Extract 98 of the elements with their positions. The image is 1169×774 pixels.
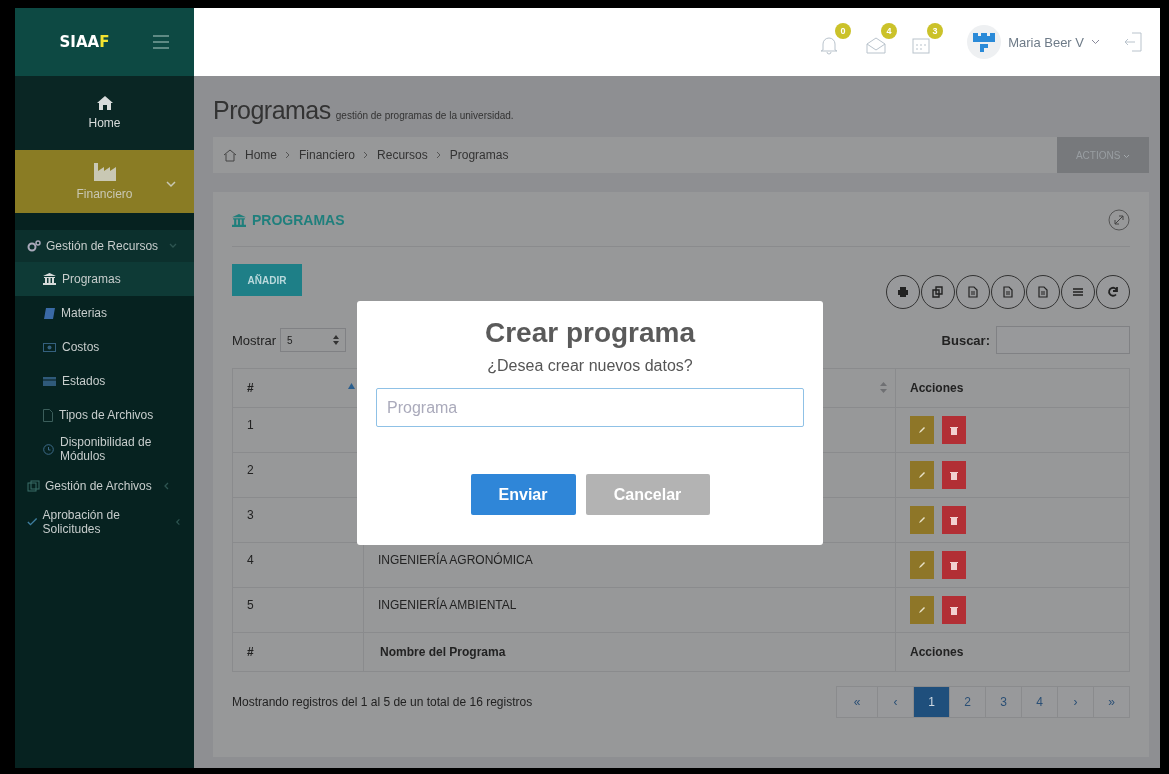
pencil-icon [918, 561, 926, 569]
sidebar-item[interactable]: Financiero [15, 150, 194, 213]
sort-icon [348, 383, 355, 389]
delete-button[interactable] [942, 551, 966, 579]
add-button[interactable]: AÑADIR [232, 264, 302, 296]
sidebar-item[interactable]: Home [15, 76, 194, 150]
table-info: Mostrando registros del 1 al 5 de un total de 16 registros [232, 695, 533, 709]
chevron-icon [166, 180, 176, 188]
column-footer: # [232, 632, 364, 672]
chevron-icon [285, 151, 291, 159]
column-header[interactable]: Acciones [895, 368, 1130, 408]
sort-icon [880, 382, 887, 393]
refresh-icon [1107, 286, 1119, 298]
expand-icon[interactable] [1108, 209, 1130, 231]
search-label: Buscar: [941, 332, 990, 348]
page-subtitle: gestión de programas de la universidad. [335, 110, 514, 121]
modal-text: ¿Desea crear nuevos datos? [487, 357, 693, 375]
pencil-icon [918, 471, 926, 479]
pencil-icon [918, 606, 926, 614]
submit-button[interactable]: Enviar [470, 474, 576, 515]
breadcrumb-link[interactable]: Financiero [299, 148, 356, 162]
copy-button[interactable] [921, 275, 955, 309]
length-label: Mostrar [232, 332, 277, 348]
copy-icon [932, 286, 944, 298]
file-button[interactable] [956, 275, 990, 309]
home-icon [223, 148, 237, 162]
avatar-icon [967, 25, 1002, 59]
table-cell: INGENIERÍA AMBIENTAL [363, 587, 896, 633]
trash-icon [950, 425, 958, 435]
file-button[interactable] [1026, 275, 1060, 309]
sidebar-item[interactable]: Costos [15, 330, 194, 364]
sidebar-item[interactable]: Tipos de Archivos [15, 398, 194, 432]
chevron-icon [435, 151, 442, 159]
chevron-icon [169, 242, 178, 250]
search-field[interactable] [996, 326, 1130, 354]
sidebar-item[interactable]: Materias [15, 296, 194, 330]
breadcrumb-link[interactable]: Home [245, 148, 277, 162]
banknote-icon [43, 342, 56, 352]
count-badge: 0 [835, 23, 852, 39]
sidebar-item[interactable]: Gestión de Recursos [15, 230, 194, 262]
chevron-icon [162, 482, 171, 490]
gears-icon [27, 240, 41, 252]
print-button[interactable] [886, 275, 920, 309]
file-icon [1037, 286, 1049, 298]
user-menu[interactable]: Maria Beer V [967, 25, 1100, 59]
menu-icon[interactable] [153, 35, 170, 49]
page-button[interactable]: 1 [913, 687, 949, 717]
chevron-icon [175, 518, 182, 526]
sidebar-item[interactable]: Estados [15, 364, 194, 398]
trash-icon [950, 515, 958, 525]
column-footer: Acciones [895, 632, 1130, 672]
breadcrumb-link[interactable]: Programas [449, 148, 509, 162]
page-title: Programas [213, 96, 331, 125]
pencil-icon [918, 516, 926, 524]
pencil-icon [918, 426, 926, 434]
card-title: PROGRAMAS [252, 212, 345, 228]
refresh-button[interactable] [1096, 275, 1130, 309]
sidebar-item[interactable]: Gestión de Archivos [15, 470, 194, 502]
modal-title: Crear programa [484, 317, 696, 349]
updown-icon [333, 335, 340, 345]
trash-icon [950, 470, 958, 480]
trash-icon [950, 605, 958, 615]
card-icon [43, 376, 56, 386]
file-button[interactable] [991, 275, 1025, 309]
menu-icon [1072, 286, 1084, 298]
chevron-icon [1123, 153, 1131, 159]
copy-icon [27, 480, 40, 492]
check-icon [27, 517, 38, 527]
count-badge: 4 [881, 23, 898, 39]
delete-button[interactable] [942, 506, 966, 534]
table-cell: 5 [232, 587, 364, 633]
bank-icon [43, 273, 56, 285]
input-field[interactable]: Programa [376, 388, 804, 427]
table-cell: 4 [232, 542, 364, 588]
file-icon [43, 408, 53, 422]
print-icon [897, 286, 909, 298]
trash-icon [950, 560, 958, 570]
file-icon [967, 286, 979, 298]
sidebar-item[interactable]: Disponibilidad de Módulos [15, 432, 194, 466]
file-icon [1002, 286, 1014, 298]
menu-button[interactable] [1061, 275, 1095, 309]
length-select[interactable]: 5 [280, 328, 347, 352]
home-icon [96, 96, 113, 110]
clock-icon [43, 443, 54, 455]
count-badge: 3 [927, 23, 944, 39]
sidebar-item[interactable]: Programas [15, 262, 194, 296]
bank-icon [232, 213, 246, 227]
delete-button[interactable] [942, 461, 966, 489]
chevron-icon [363, 151, 370, 159]
sidebar-item[interactable]: Aprobación de Solicitudes [15, 506, 194, 538]
breadcrumb-link[interactable]: Recursos [377, 148, 428, 162]
delete-button[interactable] [942, 596, 966, 624]
factory-icon [93, 162, 116, 181]
delete-button[interactable] [942, 416, 966, 444]
book-icon [43, 307, 55, 319]
chevron-icon [1091, 39, 1100, 45]
brand-logo[interactable]: SIAAF [59, 33, 110, 51]
column-footer: Nombre del Programa [363, 632, 896, 672]
